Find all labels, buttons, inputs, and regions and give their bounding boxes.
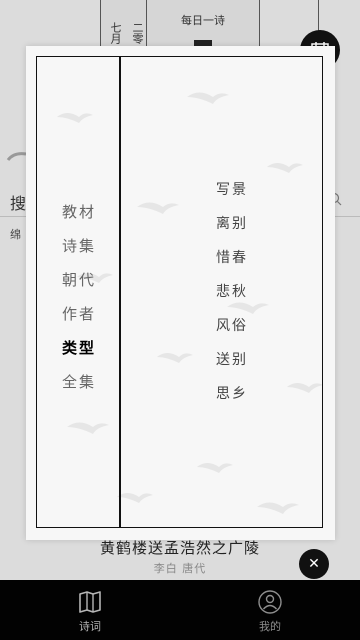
user-icon [258, 590, 282, 614]
subcategory-item[interactable]: 送别 [197, 343, 267, 377]
category-item-anthology[interactable]: 诗集 [37, 229, 121, 263]
category-item-author[interactable]: 作者 [37, 297, 121, 331]
search-label: 搜 [10, 194, 27, 213]
book-icon [79, 591, 101, 613]
subcategory-list: 写景 离别 惜春 悲秋 风俗 送别 思乡 [157, 173, 317, 411]
subcategory-item[interactable]: 离别 [197, 207, 267, 241]
close-icon: ✕ [308, 556, 320, 572]
brush-icon [6, 152, 27, 161]
category-item-type[interactable]: 类型 [37, 331, 121, 365]
category-list: 教材 诗集 朝代 作者 类型 全集 [37, 195, 121, 399]
tab-mine-label: 我的 [259, 620, 281, 633]
subcategory-item[interactable]: 悲秋 [197, 275, 267, 309]
category-modal-frame: 教材 诗集 朝代 作者 类型 全集 写景 离别 惜春 悲秋 风俗 送别 思乡 [36, 56, 323, 528]
date-month: 七月 [109, 22, 122, 44]
category-modal: 教材 诗集 朝代 作者 类型 全集 写景 离别 惜春 悲秋 风俗 送别 思乡 [26, 46, 335, 540]
subcategory-item[interactable]: 写景 [197, 173, 267, 207]
category-item-all[interactable]: 全集 [37, 365, 121, 399]
subcategory-item[interactable]: 思乡 [197, 377, 267, 411]
category-column: 教材 诗集 朝代 作者 类型 全集 [37, 57, 121, 527]
tab-poems-label: 诗词 [79, 620, 101, 633]
date-year: 二零 [131, 22, 144, 44]
tab-mine[interactable]: 我的 [230, 580, 310, 640]
tab-poems[interactable]: 诗词 [50, 580, 130, 640]
daily-poem-title: 每日一诗 [181, 14, 225, 27]
category-item-dynasty[interactable]: 朝代 [37, 263, 121, 297]
filter-label: 绵 [10, 228, 21, 241]
subcategory-item[interactable]: 惜春 [197, 241, 267, 275]
subcategory-item[interactable]: 风俗 [197, 309, 267, 343]
category-item-textbook[interactable]: 教材 [37, 195, 121, 229]
bottom-tab-bar: 诗词 我的 [0, 580, 360, 640]
close-button[interactable]: ✕ [299, 549, 329, 579]
